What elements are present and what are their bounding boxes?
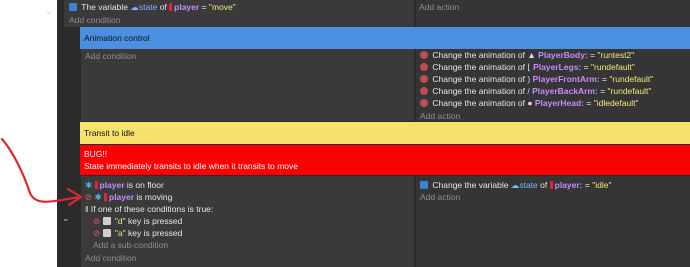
value-string: "rundefault" [591,62,635,72]
subcondition-key-d[interactable]: ⊘ "d" key is pressed [93,215,182,227]
player-object-icon [549,181,553,189]
eq-sign: = [600,86,606,96]
eq-sign: = [586,98,592,108]
eq-sign: = [602,74,608,84]
cond-text: key is pressed [128,216,183,226]
object-name: PlayerBody: [538,50,588,60]
player-object-icon [94,181,98,189]
condition-moving-inverted[interactable]: ⊘ ✱ player is moving [85,191,172,203]
of-text: of [540,180,548,190]
variable-icon [69,3,77,11]
action-change-animation-head[interactable]: Change the animation of ● PlayerHead: = … [420,97,639,109]
red-arrow-annotation [0,137,83,207]
eq-sign: = [583,62,589,72]
collapse-top-event-chevron-icon[interactable]: ⌄ [45,6,53,16]
comment-animation-control[interactable]: Animation control [80,27,690,49]
action-text: Change the animation of [432,62,525,72]
object-player: player [99,180,125,190]
animation-action-icon [420,75,428,83]
or-condition-group[interactable]: ‖ If one of these conditions is true: [85,203,213,215]
add-condition-link[interactable]: Add condition [85,50,137,62]
value-string: "rundefault" [607,86,652,96]
animation-action-icon [420,63,428,71]
variable-label: state [519,180,538,190]
keyboard-icon [102,217,111,225]
cond-text: is on floor [126,180,164,190]
value-string: "idledefault" [593,98,639,108]
eq-sign: = [201,2,207,12]
anim-event-conditions[interactable]: Add condition [81,49,414,121]
idle-event-conditions[interactable]: ✱ player is on floor ⊘ ✱ player is movin… [81,176,414,267]
body-sprite-icon: ▲ [527,50,536,60]
or-text: If one of these conditions is true: [90,204,214,214]
eq-sign: = [584,180,590,190]
value-string: "move" [208,2,236,12]
bug-description: State immediately transits to idle when … [84,161,299,171]
animation-action-icon [420,99,428,107]
subcondition-key-a[interactable]: ⊘ "a" key is pressed [93,227,182,239]
action-change-animation-legs[interactable]: Change the animation of ⌊ PlayerLegs: = … [420,61,635,73]
top-event-conditions[interactable]: The variable ☁state of player = "move" A… [64,0,414,27]
comment-transit-to-idle[interactable]: Transit to idle [80,122,690,144]
action-change-variable-state[interactable]: Change the variable ☁state of player: = … [420,179,612,191]
action-change-animation-backarm[interactable]: Change the animation of / PlayerBackArm:… [420,85,651,97]
object-name: PlayerLegs: [533,62,582,72]
variable-name: ☁state [510,180,538,190]
animation-action-icon [420,51,428,59]
value-string: "idle" [592,180,612,190]
cond-text: is moving [136,192,173,202]
action-text: Change the variable [432,180,509,190]
player-object-icon [104,193,107,201]
value-string: "rundefault" [609,74,654,84]
value-string: "runtest2" [597,50,635,60]
comment-bug[interactable]: BUG!! State immediately transits to idle… [80,145,690,175]
object-player: player [174,2,200,12]
animation-action-icon [420,87,428,95]
keyboard-icon [102,229,111,237]
add-condition-link[interactable]: Add condition [69,14,121,26]
variable-label: state [138,2,158,12]
object-name: PlayerFrontArm: [532,74,600,84]
add-action-link[interactable]: Add action [420,191,460,203]
legs-sprite-icon: ⌊ [527,62,531,72]
player-object-icon [169,3,173,11]
action-text: Change the animation of [432,74,525,84]
action-text: Change the animation of [432,98,525,108]
add-condition-link[interactable]: Add condition [85,252,137,264]
condition-on-floor[interactable]: ✱ player is on floor [85,179,164,191]
top-event-actions[interactable]: Add action [416,0,690,27]
action-change-animation-frontarm[interactable]: Change the animation of ) PlayerFrontArm… [420,73,653,85]
add-action-link[interactable]: Add action [420,110,460,122]
platformer-behavior-icon: ✱ [94,192,102,202]
add-action-link[interactable]: Add action [419,1,459,13]
eq-sign: = [590,50,596,60]
object-player: player: [554,180,583,190]
object-name: PlayerBackArm: [532,86,598,96]
action-change-animation-body[interactable]: Change the animation of ▲ PlayerBody: = … [420,49,634,61]
invert-condition-icon: ⊘ [93,228,101,238]
idle-event-actions[interactable]: Change the variable ☁state of player: = … [416,176,690,267]
action-text: Change the animation of [432,50,525,60]
key-string: "a" [114,228,126,238]
variable-name: ☁state [130,2,158,12]
add-subcondition-link[interactable]: Add a sub-condition [93,239,168,251]
action-text: Change the animation of [432,86,525,96]
anim-event-actions[interactable]: Change the animation of ▲ PlayerBody: = … [416,49,690,121]
invert-condition-icon: ⊘ [93,216,101,226]
key-string: "d" [114,216,126,226]
head-sprite-icon: ● [527,98,533,108]
backarm-sprite-icon: / [527,86,530,96]
object-player: player [109,192,135,202]
cond-text: The variable [81,2,128,12]
variable-icon [420,181,428,189]
frontarm-sprite-icon: ) [527,74,531,84]
object-name: PlayerHead: [534,98,585,108]
of-text: of [159,2,167,12]
cond-text: key is pressed [128,228,183,238]
